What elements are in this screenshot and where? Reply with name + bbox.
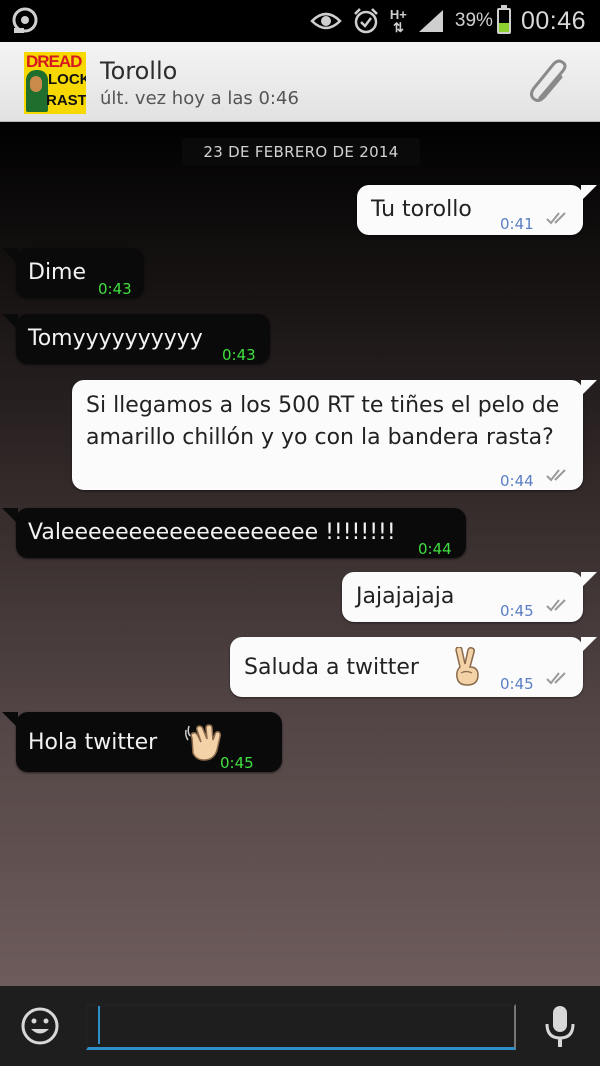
incoming-message[interactable]: Dime 0:43	[2, 248, 144, 298]
message-time: 0:45	[500, 602, 534, 620]
status-time: 00:46	[520, 6, 586, 35]
double-check-icon	[546, 469, 566, 482]
last-seen-status: últ. vez hoy a las 0:46	[100, 88, 299, 109]
avatar-text-line-1: DREAD	[26, 52, 82, 71]
battery-level-fill	[498, 23, 509, 32]
avatar-text-line-3: RASTA	[46, 92, 86, 109]
alarm-clock-icon	[354, 8, 378, 34]
incoming-message[interactable]: Hola twitter 0:45	[2, 712, 282, 772]
message-time: 0:41	[500, 215, 534, 233]
message-time: 0:45	[220, 754, 254, 772]
message-time: 0:43	[98, 280, 132, 298]
message-time: 0:45	[500, 675, 534, 693]
notification-area	[12, 6, 42, 38]
outgoing-message[interactable]: Si llegamos a los 500 RT te tiñes el pel…	[72, 380, 597, 490]
contact-name[interactable]: Torollo	[100, 57, 177, 85]
message-text: Tu torollo	[371, 197, 472, 222]
status-bar: H+ ⇅ 39% 00:46	[0, 0, 600, 42]
battery-icon	[496, 5, 511, 34]
message-list[interactable]: 23 DE FEBRERO DE 2014 Tu torollo 0:41 Di…	[0, 122, 600, 986]
message-input[interactable]	[86, 1004, 516, 1050]
data-arrows-icon: ⇅	[392, 20, 404, 35]
outgoing-message[interactable]: Jajajajaja 0:45	[342, 572, 597, 622]
signal-strength-icon	[418, 10, 443, 32]
status-icons: H+ ⇅ 39% 00:46	[310, 4, 586, 38]
victory-hand-emoji-icon	[455, 647, 479, 686]
battery-percent: 39%	[454, 10, 493, 31]
music-player-notification-icon	[12, 7, 38, 33]
waving-hand-emoji-icon	[185, 724, 222, 761]
avatar-portrait	[26, 70, 48, 112]
message-time: 0:44	[500, 472, 534, 490]
message-text: Si llegamos a los 500 RT te tiñes el pel…	[86, 393, 560, 450]
message-text: Valeeeeeeeeeeeeeeeeeee !!!!!!!!	[28, 520, 396, 545]
text-cursor	[98, 1006, 100, 1044]
date-separator: 23 DE FEBRERO DE 2014	[182, 138, 420, 166]
contact-avatar[interactable]: DREAD LOCK RASTA	[24, 52, 86, 114]
double-check-icon	[546, 672, 566, 685]
double-check-icon	[546, 599, 566, 612]
avatar-text-line-2: LOCK	[48, 71, 86, 88]
outgoing-message[interactable]: Tu torollo 0:41	[357, 185, 597, 235]
incoming-message[interactable]: Valeeeeeeeeeeeeeeeeeee !!!!!!!! 0:44	[2, 508, 466, 558]
eye-icon	[310, 12, 342, 30]
network-type-indicator: H+ ⇅	[390, 8, 407, 34]
message-text: Dime	[28, 260, 87, 285]
message-text: Tomyyyyyyyyyy	[28, 326, 203, 351]
paperclip-icon[interactable]	[526, 58, 576, 108]
incoming-message[interactable]: Tomyyyyyyyyyy 0:43	[2, 314, 270, 364]
message-text: Jajajajaja	[356, 584, 455, 609]
outgoing-message[interactable]: Saluda a twitter 0:45	[230, 637, 597, 697]
double-check-icon	[546, 212, 566, 225]
message-time: 0:43	[222, 346, 256, 364]
conversation-header[interactable]: DREAD LOCK RASTA Torollo últ. vez hoy a …	[0, 42, 600, 122]
message-text: Hola twitter	[28, 730, 158, 755]
emoji-button-icon[interactable]	[20, 1006, 60, 1046]
message-text: Saluda a twitter	[244, 655, 419, 680]
compose-bar	[0, 986, 600, 1066]
microphone-icon[interactable]	[540, 1004, 580, 1050]
message-time: 0:44	[418, 540, 452, 558]
